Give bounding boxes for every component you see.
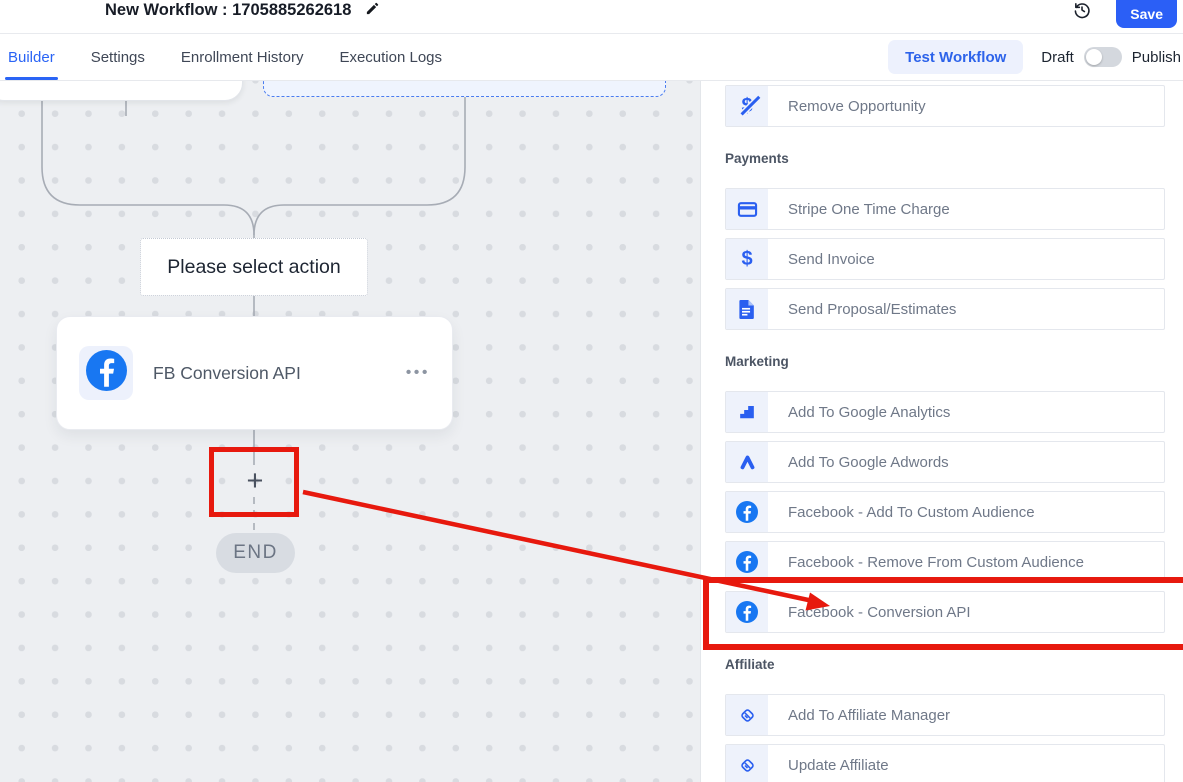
workflow-branch-placeholder[interactable]: [263, 81, 666, 97]
credit-card-icon: [726, 189, 768, 229]
action-item-add-to-google-analytics[interactable]: Add To Google Analytics: [725, 391, 1165, 433]
action-item-label: Add To Google Adwords: [768, 442, 949, 482]
handshake-icon: [726, 745, 768, 782]
action-item-label: Facebook - Add To Custom Audience: [768, 492, 1035, 532]
action-item-facebook-conversion-api[interactable]: Facebook - Conversion API: [725, 591, 1165, 633]
facebook-icon: [726, 592, 768, 632]
header: New Workflow : 1705885262618 Save: [0, 0, 1183, 34]
facebook-icon: [726, 492, 768, 532]
action-item-send-invoice[interactable]: $Send Invoice: [725, 238, 1165, 280]
facebook-icon: [86, 350, 127, 396]
workflow-node-fb-conversion[interactable]: FB Conversion API •••: [56, 316, 453, 430]
tab-builder[interactable]: Builder: [8, 34, 55, 80]
test-workflow-button[interactable]: Test Workflow: [888, 40, 1023, 74]
google-analytics-icon: [726, 392, 768, 432]
add-action-button[interactable]: +: [238, 466, 272, 498]
page-title: New Workflow : 1705885262618: [105, 0, 351, 20]
publish-label: Publish: [1132, 49, 1181, 66]
workflow-builder-app: New Workflow : 1705885262618 Save Builde…: [0, 0, 1183, 782]
tab-bar: Builder Settings Enrollment History Executi…: [0, 34, 1183, 81]
action-item-send-proposal-estimates[interactable]: Send Proposal/Estimates: [725, 288, 1165, 330]
workflow-canvas[interactable]: Please select action FB Conversion API •…: [0, 81, 700, 782]
action-item-label: Facebook - Conversion API: [768, 592, 971, 632]
dollar-icon: $: [726, 239, 768, 279]
tab-execution-logs[interactable]: Execution Logs: [339, 34, 442, 80]
facebook-icon: [726, 542, 768, 582]
action-item-remove-opportunity[interactable]: $Remove Opportunity: [725, 85, 1165, 127]
document-icon: [726, 289, 768, 329]
dollar-slash-icon: $: [726, 86, 768, 126]
actions-sidebar: $Remove OpportunityPaymentsStripe One Ti…: [700, 81, 1183, 782]
node-menu-button[interactable]: •••: [406, 364, 430, 382]
action-item-label: Send Proposal/Estimates: [768, 289, 956, 329]
connector-lines: [0, 81, 700, 782]
action-item-add-to-affiliate-manager[interactable]: Add To Affiliate Manager: [725, 694, 1165, 736]
action-item-label: Add To Google Analytics: [768, 392, 950, 432]
node-title: FB Conversion API: [153, 363, 301, 384]
end-node: END: [216, 533, 295, 573]
action-item-label: Send Invoice: [768, 239, 875, 279]
action-item-label: Remove Opportunity: [768, 86, 926, 126]
save-button[interactable]: Save: [1116, 0, 1177, 28]
select-action-label: Please select action: [140, 238, 368, 296]
action-item-update-affiliate[interactable]: Update Affiliate: [725, 744, 1165, 782]
action-item-add-to-google-adwords[interactable]: Add To Google Adwords: [725, 441, 1165, 483]
section-header-payments: Payments: [725, 151, 1165, 167]
edit-title-icon[interactable]: [365, 1, 380, 21]
publish-toggle[interactable]: [1084, 47, 1122, 67]
draft-label: Draft: [1041, 49, 1074, 66]
action-item-stripe-one-time-charge[interactable]: Stripe One Time Charge: [725, 188, 1165, 230]
history-icon[interactable]: [1072, 0, 1092, 25]
handshake-icon: [726, 695, 768, 735]
action-item-label: Stripe One Time Charge: [768, 189, 950, 229]
header-actions: Save: [1072, 0, 1183, 35]
action-item-label: Update Affiliate: [768, 745, 889, 782]
action-item-label: Add To Affiliate Manager: [768, 695, 950, 735]
action-item-facebook-add-to-custom-audience[interactable]: Facebook - Add To Custom Audience: [725, 491, 1165, 533]
workflow-node-partial[interactable]: [0, 81, 243, 101]
action-item-facebook-remove-from-custom-audience[interactable]: Facebook - Remove From Custom Audience: [725, 541, 1165, 583]
section-header-marketing: Marketing: [725, 354, 1165, 370]
tab-settings[interactable]: Settings: [91, 34, 145, 80]
node-icon-box: [79, 346, 133, 400]
toggle-knob: [1086, 49, 1102, 65]
tab-enrollment-history[interactable]: Enrollment History: [181, 34, 304, 80]
section-header-affiliate: Affiliate: [725, 657, 1165, 673]
google-ads-icon: [726, 442, 768, 482]
action-item-label: Facebook - Remove From Custom Audience: [768, 542, 1084, 582]
tabbar-actions: Test Workflow Draft Publish: [888, 40, 1183, 74]
